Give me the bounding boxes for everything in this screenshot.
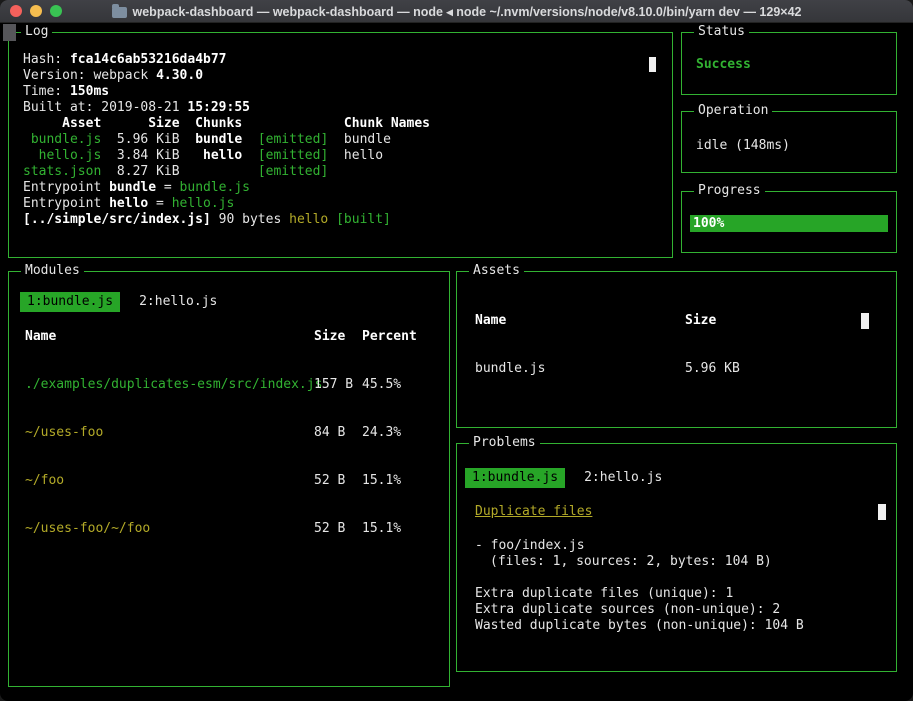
log-panel: Log Hash: fca14c6ab53216da4b77Version: w…: [8, 32, 673, 258]
assets-panel: Assets Name Size bundle.js 5.96 KB: [456, 271, 897, 428]
terminal-window: webpack-dashboard — webpack-dashboard — …: [0, 0, 913, 701]
status-value: Success: [696, 57, 751, 73]
asset-name: bundle.js: [475, 361, 545, 377]
operation-panel: Operation idle (148ms): [681, 111, 897, 173]
problems-scrollbar-thumb[interactable]: [878, 504, 886, 520]
modules-col-size: Size: [314, 329, 345, 345]
problems-tab-hello[interactable]: 2:hello.js: [577, 468, 669, 488]
module-percent: 45.5%: [362, 377, 401, 393]
progress-bar-track: 100%: [690, 215, 888, 232]
titlebar[interactable]: webpack-dashboard — webpack-dashboard — …: [0, 0, 913, 23]
module-size: 84 B: [314, 425, 345, 441]
duplicate-files-link[interactable]: Duplicate files: [475, 504, 592, 520]
problem-summary-line: Extra duplicate sources (non-unique): 2: [475, 602, 780, 618]
asset-size: 5.96 KB: [685, 361, 740, 377]
window-title: webpack-dashboard — webpack-dashboard — …: [133, 4, 802, 19]
assets-col-name: Name: [475, 313, 506, 329]
assets-panel-title: Assets: [469, 263, 524, 279]
folder-icon: [112, 7, 127, 18]
problem-summary-line: Wasted duplicate bytes (non-unique): 104…: [475, 618, 804, 634]
operation-panel-title: Operation: [694, 103, 772, 119]
problems-panel-title: Problems: [469, 435, 540, 451]
progress-bar-fill: 100%: [690, 215, 888, 232]
modules-col-percent: Percent: [362, 329, 417, 345]
modules-col-name: Name: [25, 329, 56, 345]
title-area: webpack-dashboard — webpack-dashboard — …: [112, 0, 802, 23]
modules-tab-hello[interactable]: 2:hello.js: [132, 292, 224, 312]
modules-tab-bundle[interactable]: 1:bundle.js: [20, 292, 120, 312]
module-percent: 15.1%: [362, 473, 401, 489]
log-panel-title: Log: [21, 24, 52, 40]
assets-col-size: Size: [685, 313, 716, 329]
problem-file: - foo/index.js: [475, 538, 585, 554]
zoom-window-button[interactable]: [50, 5, 62, 17]
progress-percent-label: 100%: [693, 216, 724, 231]
module-size: 157 B: [314, 377, 353, 393]
progress-panel: Progress 100%: [681, 191, 897, 253]
traffic-lights: [0, 5, 62, 17]
problems-tabs: 1:bundle.js 2:hello.js: [465, 468, 669, 488]
progress-panel-title: Progress: [694, 183, 765, 199]
problems-tab-bundle[interactable]: 1:bundle.js: [465, 468, 565, 488]
module-name: ~/foo: [25, 473, 64, 489]
modules-panel: Modules 1:bundle.js 2:hello.js Name Size…: [8, 271, 450, 687]
module-size: 52 B: [314, 473, 345, 489]
problem-summary-line: Extra duplicate files (unique): 1: [475, 586, 733, 602]
close-window-button[interactable]: [10, 5, 22, 17]
problems-panel: Problems 1:bundle.js 2:hello.js Duplicat…: [456, 443, 897, 672]
status-panel: Status Success: [681, 32, 897, 95]
status-panel-title: Status: [694, 24, 749, 40]
module-name: ./examples/duplicates-esm/src/index.js: [25, 377, 322, 393]
module-name: ~/uses-foo/~/foo: [25, 521, 150, 537]
log-output: Hash: fca14c6ab53216da4b77Version: webpa…: [23, 52, 658, 228]
module-size: 52 B: [314, 521, 345, 537]
modules-tabs: 1:bundle.js 2:hello.js: [20, 292, 224, 312]
assets-scrollbar-thumb[interactable]: [861, 313, 869, 329]
cursor-artifact: [3, 24, 16, 41]
module-percent: 24.3%: [362, 425, 401, 441]
module-name: ~/uses-foo: [25, 425, 103, 441]
modules-panel-title: Modules: [21, 263, 84, 279]
minimize-window-button[interactable]: [30, 5, 42, 17]
operation-value: idle (148ms): [696, 138, 790, 154]
module-percent: 15.1%: [362, 521, 401, 537]
problem-detail: (files: 1, sources: 2, bytes: 104 B): [490, 554, 772, 570]
